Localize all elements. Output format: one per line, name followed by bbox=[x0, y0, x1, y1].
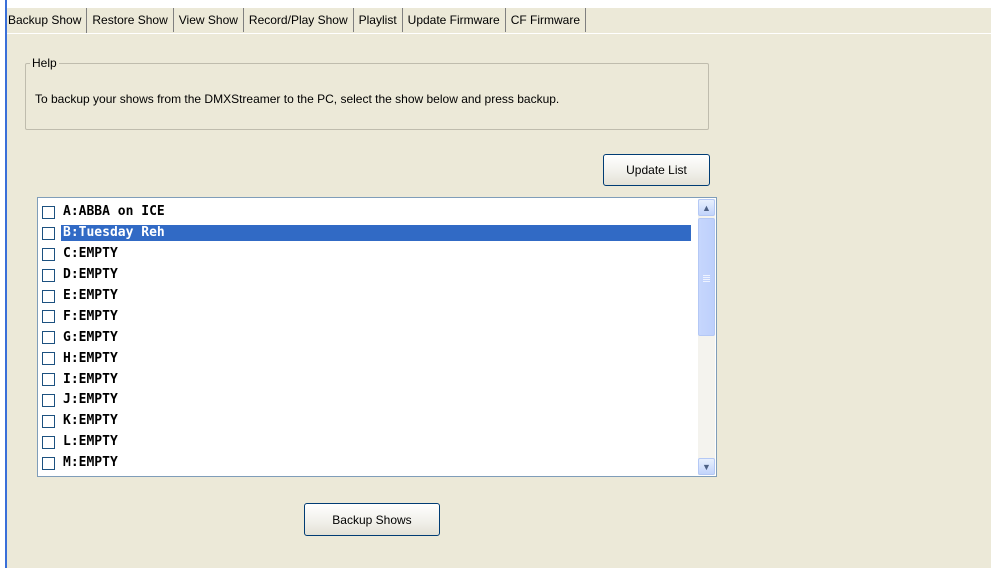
list-item[interactable]: F:EMPTY bbox=[40, 306, 695, 327]
checkbox[interactable] bbox=[42, 435, 55, 449]
list-item[interactable]: C:EMPTY bbox=[40, 244, 695, 265]
list-item[interactable]: G:EMPTY bbox=[40, 327, 695, 348]
update-list-button[interactable]: Update List bbox=[603, 154, 710, 186]
show-label: M:EMPTY bbox=[63, 455, 118, 471]
backup-shows-button[interactable]: Backup Shows bbox=[304, 503, 440, 536]
show-label: A:ABBA on ICE bbox=[63, 204, 165, 220]
checkbox[interactable] bbox=[42, 414, 55, 428]
list-item[interactable]: K:EMPTY bbox=[40, 411, 695, 432]
checkbox[interactable] bbox=[42, 373, 55, 387]
list-item[interactable]: A:ABBA on ICE bbox=[40, 202, 695, 223]
list-item[interactable]: E:EMPTY bbox=[40, 286, 695, 307]
chevron-down-icon[interactable]: ▼ bbox=[698, 458, 715, 475]
tab-cf-firmware[interactable]: CF Firmware bbox=[506, 8, 587, 32]
tab-strip: Backup Show Restore Show View Show Recor… bbox=[8, 8, 587, 34]
show-label: H:EMPTY bbox=[63, 350, 118, 366]
show-label: C:EMPTY bbox=[63, 246, 118, 262]
list-item[interactable]: M:EMPTY bbox=[40, 453, 695, 474]
list-item[interactable]: I:EMPTY bbox=[40, 369, 695, 390]
help-text: To backup your shows from the DMXStreame… bbox=[35, 92, 560, 106]
show-label: B:Tuesday Reh bbox=[60, 224, 692, 243]
list-item[interactable]: L:EMPTY bbox=[40, 432, 695, 453]
list-item[interactable]: H:EMPTY bbox=[40, 348, 695, 369]
show-label: I:EMPTY bbox=[63, 371, 118, 387]
vertical-scrollbar[interactable]: ▲ ▼ bbox=[698, 199, 715, 475]
grip-icon bbox=[703, 275, 710, 282]
show-label: G:EMPTY bbox=[63, 329, 118, 345]
show-label: K:EMPTY bbox=[63, 413, 118, 429]
show-checklist[interactable]: A:ABBA on ICE B:Tuesday Reh C:EMPTY D:EMPTY… bbox=[37, 197, 717, 477]
help-caption: Help bbox=[30, 56, 59, 70]
checkbox[interactable] bbox=[42, 226, 55, 240]
tab-playlist[interactable]: Playlist bbox=[354, 8, 403, 32]
checkbox[interactable] bbox=[42, 331, 55, 345]
list-item[interactable]: B:Tuesday Reh bbox=[40, 223, 695, 244]
show-label: J:EMPTY bbox=[63, 392, 118, 408]
show-label: E:EMPTY bbox=[63, 288, 118, 303]
show-label: D:EMPTY bbox=[63, 267, 118, 283]
checkbox[interactable] bbox=[42, 247, 55, 261]
window-top-strip bbox=[0, 0, 991, 8]
tab-record-play-show[interactable]: Record/Play Show bbox=[244, 8, 354, 32]
tab-view-show[interactable]: View Show bbox=[174, 8, 244, 32]
checkbox[interactable] bbox=[42, 393, 55, 407]
window-left-border bbox=[0, 0, 7, 568]
list-item[interactable]: D:EMPTY bbox=[40, 265, 695, 286]
tab-update-firmware[interactable]: Update Firmware bbox=[403, 8, 506, 32]
checkbox[interactable] bbox=[42, 289, 55, 303]
checkbox[interactable] bbox=[42, 205, 55, 219]
list-item[interactable]: J:EMPTY bbox=[40, 390, 695, 411]
show-list: A:ABBA on ICE B:Tuesday Reh C:EMPTY D:EMPTY… bbox=[40, 202, 695, 474]
checkbox[interactable] bbox=[42, 310, 55, 324]
show-label: L:EMPTY bbox=[63, 434, 118, 450]
checkbox[interactable] bbox=[42, 268, 55, 282]
tab-backup-show[interactable]: Backup Show bbox=[8, 8, 88, 34]
checkbox[interactable] bbox=[42, 352, 55, 366]
scrollbar-thumb[interactable] bbox=[698, 218, 715, 336]
show-label: F:EMPTY bbox=[63, 308, 118, 324]
tab-restore-show[interactable]: Restore Show bbox=[87, 8, 174, 32]
checkbox[interactable] bbox=[42, 456, 55, 470]
chevron-up-icon[interactable]: ▲ bbox=[698, 199, 715, 216]
